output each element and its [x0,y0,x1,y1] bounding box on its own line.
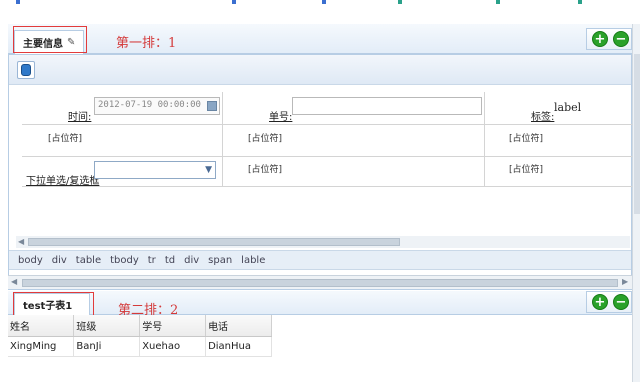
designer-toolbar [9,55,631,85]
add-icon[interactable]: + [592,31,608,47]
add-icon[interactable]: + [592,294,608,310]
order-number-label: 单号: [269,112,293,123]
cropped-mark [322,0,326,4]
top-edge-strip [0,0,640,10]
dropdown-label: 下拉单选/复选框 [26,176,100,187]
placeholder-text: [占位符] [509,134,544,144]
table-cell[interactable]: BanJi [73,336,141,357]
panel-horizontal-scrollbar[interactable]: ◀ ▶ [8,275,632,289]
table-header-row: 姓名 班级 学号 电话 [8,315,272,337]
scroll-thumb[interactable] [634,54,640,214]
path-item[interactable]: div [52,255,67,266]
settings-icon[interactable] [17,61,35,79]
tag-label: 标签: [531,112,555,123]
column-divider [222,92,223,187]
annotation-highlight-box [13,292,94,316]
cropped-mark [16,0,20,4]
placeholder-text: [占位符] [48,134,83,144]
path-item[interactable]: span [208,255,232,266]
time-input[interactable]: 2012-07-19 00:00:00 [94,97,220,115]
subtable-grid: 姓名 班级 学号 电话 XingMing BanJi Xuehao DianHu… [8,315,272,357]
scroll-left-icon[interactable]: ◀ [11,277,17,286]
tag-value: label [554,101,582,114]
cropped-mark [496,0,500,4]
element-path-bar: body div table tbody tr td div span lable [9,250,631,270]
scroll-right-icon[interactable]: ▶ [622,277,628,286]
column-header[interactable]: 电话 [205,315,272,337]
remove-icon[interactable]: − [613,31,629,47]
annotation-highlight-box [13,26,87,53]
calendar-icon[interactable] [207,101,217,111]
placeholder-text: [占位符] [509,165,544,175]
scroll-thumb[interactable] [28,238,400,246]
column-header[interactable]: 学号 [139,315,207,337]
table-row[interactable]: XingMing BanJi Xuehao DianHua [8,336,272,357]
path-item[interactable]: table [76,255,101,266]
time-label: 时间: [68,112,92,123]
column-header[interactable]: 姓名 [8,315,75,337]
path-item[interactable]: lable [241,255,265,266]
path-item[interactable]: div [184,255,199,266]
path-item[interactable]: body [18,255,43,266]
column-divider [484,92,485,187]
placeholder-text: [占位符] [248,165,283,175]
form-layout-table: 时间: 2012-07-19 00:00:00 单号: 标签: label [占… [22,92,632,187]
cropped-mark [398,0,402,4]
section2-header: test子表1 + − [8,291,632,315]
placeholder-text: [占位符] [248,134,283,144]
page-vertical-scrollbar[interactable] [632,24,640,382]
annotation-row1: 第一排：1 [116,36,177,51]
order-number-input[interactable] [292,97,482,115]
path-item[interactable]: tbody [110,255,139,266]
dropdown-select[interactable]: ▼ [94,161,216,179]
remove-icon[interactable]: − [613,294,629,310]
table-cell[interactable]: DianHua [205,336,272,357]
scroll-thumb[interactable] [22,279,618,287]
section2-button-group: + − [586,291,632,313]
designer-horizontal-scrollbar[interactable]: ◀ [16,236,630,248]
scroll-left-icon[interactable]: ◀ [18,237,24,246]
column-header[interactable]: 班级 [73,315,141,337]
table-cell[interactable]: XingMing [8,336,75,357]
cropped-mark [232,0,236,4]
table-cell[interactable]: Xuehao [139,336,207,357]
chevron-down-icon[interactable]: ▼ [205,165,212,175]
cropped-mark [578,0,582,4]
section1-button-group: + − [586,28,632,50]
section1-header: 主要信息 ✎ + − [8,24,632,54]
path-item[interactable]: td [165,255,175,266]
path-item[interactable]: tr [148,255,156,266]
